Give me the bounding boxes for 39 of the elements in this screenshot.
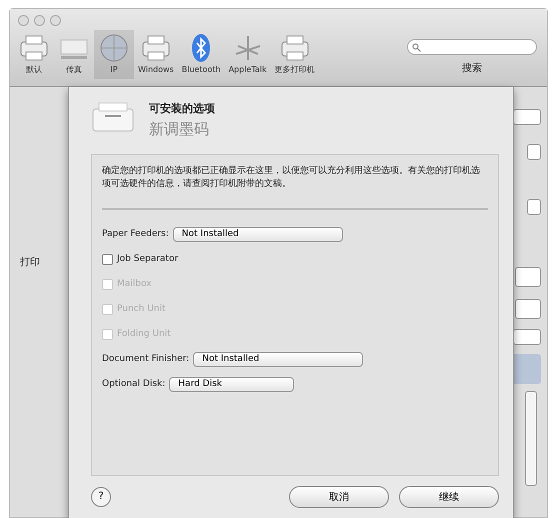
toolbar-button[interactable]: Bluetooth xyxy=(178,30,225,79)
printer-name: 新调墨码 xyxy=(149,118,210,140)
toolbar-button[interactable]: AppleTalk xyxy=(224,30,271,79)
globe-icon xyxy=(98,32,130,64)
toolbar-button[interactable]: 更多打印机 xyxy=(270,30,319,79)
checkbox-label: Folding Unit xyxy=(117,328,171,341)
popup-label: Document Finisher: xyxy=(102,352,190,366)
minimize-button[interactable] xyxy=(34,15,45,26)
close-button[interactable] xyxy=(18,15,29,26)
popup-button[interactable] xyxy=(527,144,541,160)
popup-button[interactable] xyxy=(513,329,541,345)
popup-button[interactable] xyxy=(513,109,541,125)
checkbox-label: Punch Unit xyxy=(117,302,166,316)
toolbar-button[interactable]: Windows xyxy=(134,30,178,79)
sheet-title: 可安装的选项 xyxy=(149,101,215,117)
help-button[interactable]: ? xyxy=(91,487,111,507)
popup-label: Paper Feeders: xyxy=(102,228,169,241)
text-field[interactable] xyxy=(515,267,541,287)
checkbox[interactable] xyxy=(102,254,113,266)
text-field[interactable] xyxy=(515,299,541,319)
dialog-button[interactable]: 取消 xyxy=(289,486,389,508)
popup-label: Optional Disk: xyxy=(102,378,166,391)
popup-button[interactable] xyxy=(527,199,541,215)
scroll-bar[interactable] xyxy=(525,391,537,486)
checkbox-label: Job Separator xyxy=(117,252,178,266)
field-label: 打印 xyxy=(20,256,40,270)
search-field[interactable] xyxy=(407,39,537,55)
popup-button[interactable]: Hard Disk xyxy=(169,377,294,392)
dialog-button[interactable]: 继续 xyxy=(399,486,499,508)
toolbar-button[interactable]: IP xyxy=(94,30,134,79)
search-icon xyxy=(412,42,421,52)
popup-button[interactable]: Not Installed xyxy=(193,352,364,368)
checkbox-label: Mailbox xyxy=(117,278,152,291)
popup-button[interactable]: Not Installed xyxy=(172,227,343,242)
description-text: 确定您的打印机的选项都已正确显示在这里，以便您可以充分利用这些选项。有关您的打印机选项可选硬件的信息，请查阅打印机附带的文稿。 xyxy=(102,165,481,190)
zoom-button[interactable] xyxy=(50,15,61,26)
toolbar-button[interactable]: 默认 xyxy=(14,30,54,79)
search-label: 搜索 xyxy=(462,62,482,76)
toolbar-button[interactable]: 传真 xyxy=(54,30,94,79)
